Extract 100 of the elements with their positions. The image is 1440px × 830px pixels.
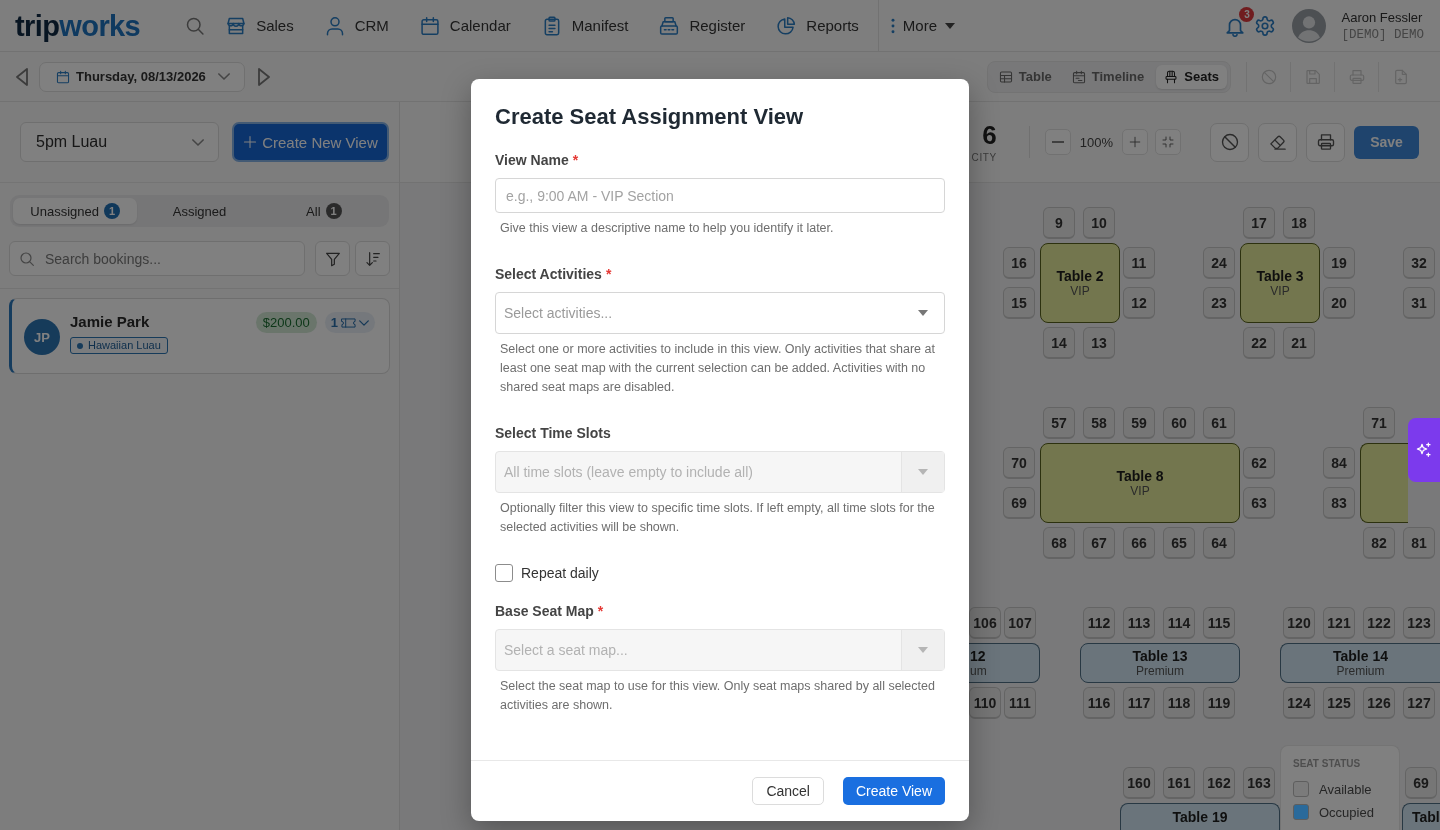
nav-link[interactable]: Reports <box>776 7 859 44</box>
create-button[interactable]: Create View <box>843 777 945 805</box>
seat[interactable]: 32 <box>1403 247 1435 279</box>
checkbox-label[interactable]: Repeat daily <box>521 565 599 581</box>
seat[interactable]: 107 <box>1004 607 1036 639</box>
seat[interactable]: 117 <box>1123 687 1155 719</box>
seat[interactable]: 124 <box>1283 687 1315 719</box>
filter-tab[interactable]: Unassigned 1 <box>13 198 138 224</box>
search-field[interactable]: Search bookings... <box>9 241 305 276</box>
seat[interactable]: 115 <box>1203 607 1235 639</box>
dining-table[interactable]: Table 14 Premium <box>1280 643 1440 683</box>
triangle-left-icon[interactable] <box>16 67 28 86</box>
seat[interactable]: 68 <box>1043 527 1075 559</box>
seat[interactable]: 10 <box>1083 207 1115 239</box>
date-picker[interactable]: Thursday, 08/13/2026 <box>39 61 245 92</box>
seat[interactable]: 114 <box>1163 607 1195 639</box>
view-dropdown[interactable]: 5pm Luau <box>20 122 219 162</box>
create-view-button[interactable]: Create New View <box>232 122 389 162</box>
nav-link[interactable]: Sales <box>226 7 294 44</box>
seat[interactable]: 121 <box>1323 607 1355 639</box>
nav-link[interactable]: Register <box>659 7 746 44</box>
seat[interactable]: 118 <box>1163 687 1195 719</box>
zoom-in-button[interactable] <box>1122 129 1148 155</box>
seat[interactable]: 127 <box>1403 687 1435 719</box>
settings-icon[interactable] <box>1254 14 1277 37</box>
seat[interactable]: 83 <box>1323 487 1355 519</box>
seat[interactable]: 62 <box>1243 447 1275 479</box>
user-avatar[interactable] <box>1292 8 1327 43</box>
seat[interactable]: 113 <box>1123 607 1155 639</box>
booking-card[interactable]: JP Jamie Park Hawaiian Luau $200.00 1 <box>9 298 390 374</box>
seat[interactable]: 125 <box>1323 687 1355 719</box>
seat[interactable]: 82 <box>1363 527 1395 559</box>
dining-table[interactable]: Table 3 VIP <box>1240 243 1320 323</box>
seat[interactable]: 13 <box>1083 327 1115 359</box>
dining-table[interactable]: 12 um <box>969 643 1040 683</box>
print-button[interactable] <box>1306 122 1345 162</box>
seat[interactable]: 163 <box>1243 767 1275 799</box>
seat[interactable]: 57 <box>1043 407 1075 439</box>
seat[interactable]: 20 <box>1323 287 1355 319</box>
cancel-button[interactable]: Cancel <box>752 777 824 805</box>
view-tab[interactable]: Seats <box>1156 64 1227 89</box>
seat[interactable]: 122 <box>1363 607 1395 639</box>
guest-count-dropdown[interactable]: 1 <box>324 312 375 333</box>
nav-link[interactable]: Manifest <box>541 7 629 44</box>
dining-table[interactable]: Table 2 VIP <box>1040 243 1120 323</box>
seat[interactable]: 12 <box>1123 287 1155 319</box>
seat[interactable]: 18 <box>1283 207 1315 239</box>
seat[interactable]: 161 <box>1163 767 1195 799</box>
ai-assistant-button[interactable] <box>1408 418 1440 482</box>
zoom-out-button[interactable] <box>1044 129 1071 155</box>
save-button[interactable]: Save <box>1354 125 1419 159</box>
seat[interactable]: 70 <box>1003 447 1035 479</box>
logo[interactable]: tripworks <box>15 8 141 43</box>
select-field[interactable]: Select activities... <box>495 292 945 334</box>
seat[interactable]: 11 <box>1123 247 1155 279</box>
dining-table[interactable]: Table 19 <box>1120 803 1280 830</box>
seat[interactable]: 69 <box>1003 487 1035 519</box>
seat[interactable]: 31 <box>1403 287 1435 319</box>
seat[interactable]: 116 <box>1083 687 1115 719</box>
view-tab[interactable]: Table <box>990 64 1060 89</box>
dining-table[interactable] <box>1360 443 1408 523</box>
seat[interactable]: 9 <box>1043 207 1075 239</box>
seat[interactable]: 120 <box>1283 607 1315 639</box>
seat[interactable]: 106 <box>969 607 1001 639</box>
seat[interactable]: 23 <box>1203 287 1235 319</box>
seat[interactable]: 67 <box>1083 527 1115 559</box>
seat[interactable]: 58 <box>1083 407 1115 439</box>
nav-link[interactable]: Calendar <box>419 7 511 44</box>
dining-table[interactable]: Table 13 Premium <box>1080 643 1240 683</box>
filter-button[interactable] <box>315 241 350 276</box>
checkbox[interactable] <box>495 564 513 582</box>
seat[interactable]: 71 <box>1363 407 1395 439</box>
dining-table[interactable]: Table 8 VIP <box>1040 443 1240 523</box>
seat[interactable]: 64 <box>1203 527 1235 559</box>
seat[interactable]: 66 <box>1123 527 1155 559</box>
eraser-button[interactable] <box>1258 122 1297 162</box>
seat[interactable]: 81 <box>1403 527 1435 559</box>
seat[interactable]: 112 <box>1083 607 1115 639</box>
seat[interactable]: 14 <box>1043 327 1075 359</box>
search-icon[interactable] <box>185 15 206 36</box>
seat[interactable]: 65 <box>1163 527 1195 559</box>
seat[interactable]: 15 <box>1003 287 1035 319</box>
seat[interactable]: 63 <box>1243 487 1275 519</box>
seat[interactable]: 19 <box>1323 247 1355 279</box>
dining-table[interactable]: Tabl <box>1402 803 1440 830</box>
seat[interactable]: 61 <box>1203 407 1235 439</box>
seat[interactable]: 60 <box>1163 407 1195 439</box>
seat[interactable]: 21 <box>1283 327 1315 359</box>
ban-button[interactable] <box>1210 122 1249 162</box>
seat[interactable]: 16 <box>1003 247 1035 279</box>
seat[interactable]: 160 <box>1123 767 1155 799</box>
seat[interactable]: 111 <box>1004 687 1036 719</box>
nav-link[interactable]: CRM <box>324 7 389 44</box>
filter-tab[interactable]: All 1 <box>261 198 386 224</box>
text-field[interactable]: e.g., 9:00 AM - VIP Section <box>495 178 945 213</box>
seat[interactable]: 119 <box>1203 687 1235 719</box>
triangle-right-icon[interactable] <box>258 67 270 86</box>
seat[interactable]: 17 <box>1243 207 1275 239</box>
seat[interactable]: 162 <box>1203 767 1235 799</box>
sort-button[interactable] <box>355 241 390 276</box>
